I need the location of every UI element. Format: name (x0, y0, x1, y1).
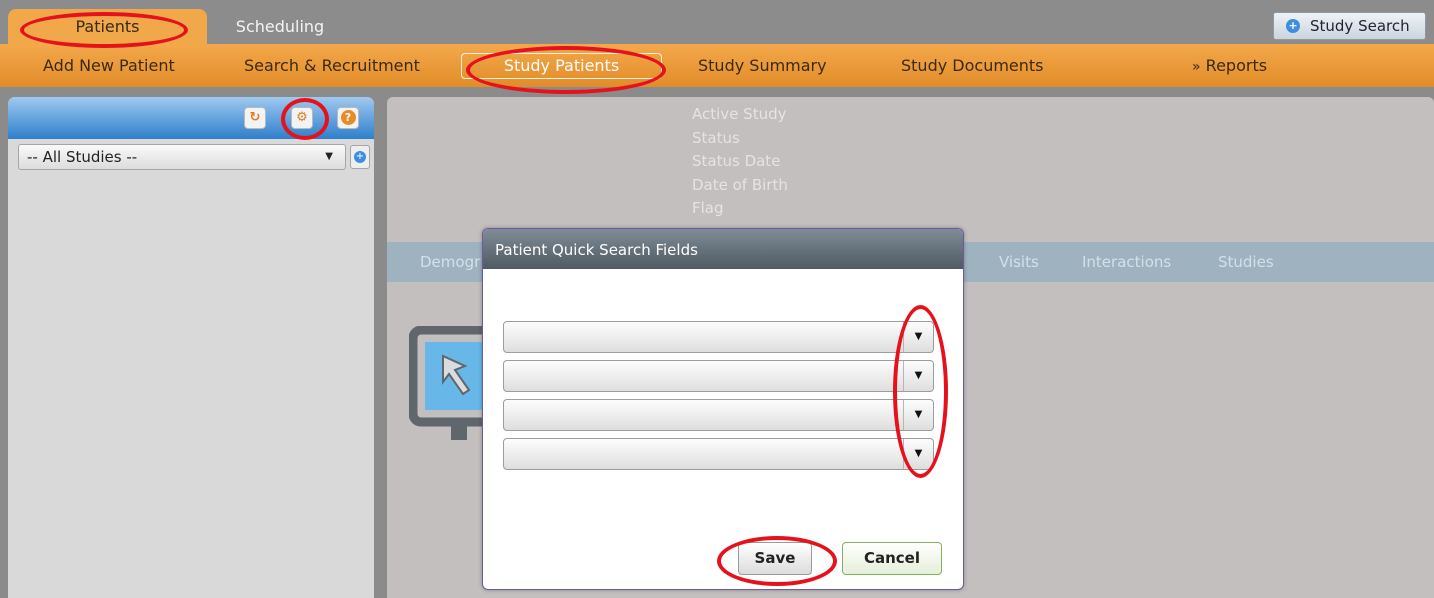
label-active-study: Active Study (692, 105, 787, 123)
tab-interactions[interactable]: Interactions (1082, 253, 1171, 271)
chevron-down-icon[interactable]: ▼ (903, 322, 933, 352)
add-study-button[interactable]: + (350, 145, 370, 169)
chevron-down-icon[interactable]: ▼ (903, 361, 933, 391)
chevron-down-icon: ▼ (325, 151, 333, 162)
quick-search-field-2[interactable]: ▼ (503, 360, 934, 392)
studies-select[interactable]: -- All Studies -- ▼ (18, 144, 346, 170)
label-flag: Flag (692, 199, 724, 217)
refresh-button[interactable]: ↻ (244, 107, 266, 129)
study-search-label: Study Search (1310, 17, 1410, 35)
nav-study-documents[interactable]: Study Documents (901, 56, 1044, 75)
studies-select-value: -- All Studies -- (27, 148, 138, 166)
chevron-down-icon[interactable]: ▼ (903, 439, 933, 469)
tab-studies[interactable]: Studies (1218, 253, 1274, 271)
settings-icon: ⚙ (296, 110, 308, 125)
settings-button[interactable]: ⚙ (291, 107, 313, 129)
add-icon: + (354, 151, 366, 163)
dialog-title: Patient Quick Search Fields (483, 229, 963, 269)
label-status-date: Status Date (692, 152, 781, 170)
patient-list-panel: ↻ ⚙ ? -- All Studies -- ▼ + (8, 97, 374, 598)
nav-add-new-patient[interactable]: Add New Patient (43, 56, 175, 75)
sub-navigation: Add New Patient Search & Recruitment Stu… (0, 44, 1434, 87)
nav-search-recruitment[interactable]: Search & Recruitment (244, 56, 420, 75)
top-tab-bar: Patients Scheduling + Study Search (0, 0, 1434, 44)
add-icon: + (1286, 19, 1300, 33)
nav-reports[interactable]: » Reports (1192, 56, 1267, 75)
quick-search-field-3[interactable]: ▼ (503, 399, 934, 431)
quick-search-fields-dialog: Patient Quick Search Fields ▼ ▼ ▼ ▼ Save… (482, 228, 964, 590)
label-status: Status (692, 128, 740, 147)
help-icon: ? (340, 110, 356, 125)
chevron-down-icon[interactable]: ▼ (903, 400, 933, 430)
cancel-button[interactable]: Cancel (842, 542, 942, 575)
double-chevron-right-icon: » (1192, 59, 1201, 75)
study-search-button[interactable]: + Study Search (1273, 12, 1426, 40)
nav-study-summary[interactable]: Study Summary (698, 56, 827, 75)
save-button[interactable]: Save (738, 542, 812, 575)
panel-header: ↻ ⚙ ? (8, 97, 374, 139)
tab-demographics[interactable]: Demogr (420, 253, 480, 271)
tab-scheduling[interactable]: Scheduling (210, 9, 350, 44)
tab-patients[interactable]: Patients (8, 9, 207, 44)
patient-summary: Active Study Status Status Date Date of … (692, 103, 788, 221)
tab-visits[interactable]: Visits (999, 253, 1039, 271)
nav-reports-label: Reports (1205, 56, 1268, 75)
label-date-of-birth: Date of Birth (692, 175, 788, 194)
quick-search-field-4[interactable]: ▼ (503, 438, 934, 470)
nav-study-patients[interactable]: Study Patients (461, 53, 662, 79)
help-button[interactable]: ? (337, 107, 359, 129)
quick-search-field-1[interactable]: ▼ (503, 321, 934, 353)
refresh-icon: ↻ (249, 110, 261, 125)
